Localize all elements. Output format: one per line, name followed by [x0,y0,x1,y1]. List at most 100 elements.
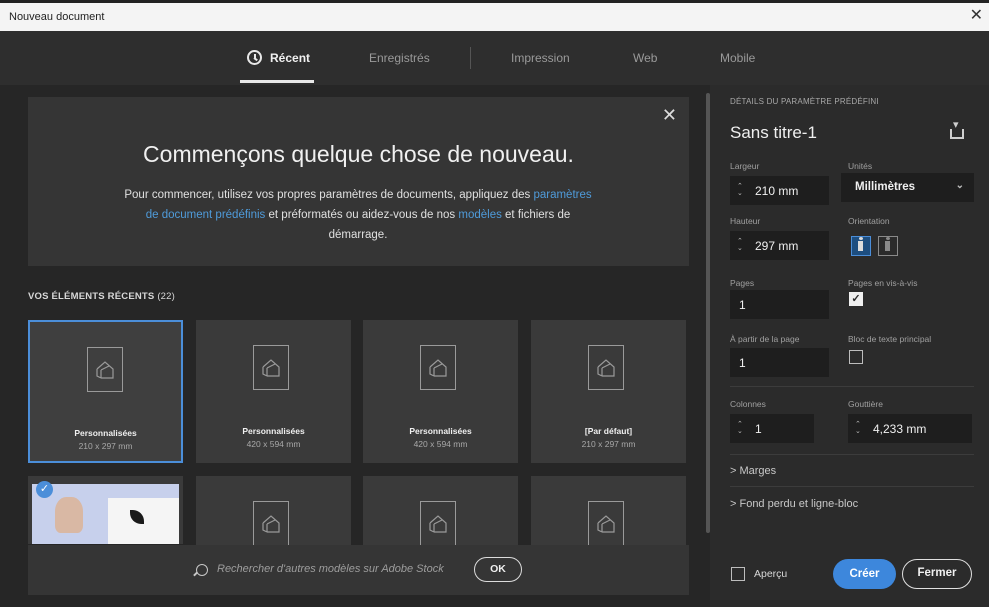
pages-label: Pages [730,278,755,288]
tab-recent[interactable]: Récent [270,51,310,65]
primary-text-frame-checkbox[interactable] [849,350,863,364]
recent-item-card[interactable]: [Par défaut] 210 x 297 mm [531,320,686,463]
divider [730,486,974,487]
checkmark-icon: ✓ [36,481,53,498]
document-icon [253,501,289,548]
landscape-orientation-icon[interactable] [878,236,898,256]
window-close-icon[interactable]: ✕ [970,8,983,24]
bleed-slug-expander[interactable]: > Fond perdu et ligne-bloc [730,498,858,510]
recent-item-name: [Par défaut] [584,426,633,436]
start-page-value: 1 [739,356,746,370]
stock-search-bar: Rechercher d'autres modèles sur Adobe St… [28,545,689,595]
tab-web[interactable]: Web [633,51,657,65]
recent-item-card[interactable]: Personnalisées 420 x 594 mm [363,320,518,463]
recent-item-card[interactable] [196,476,351,548]
tab-mobile[interactable]: Mobile [720,51,755,65]
width-field[interactable]: ⌃ ⌄ 210 mm [730,176,829,205]
start-page-label: À partir de la page [730,334,800,344]
tab-saved[interactable]: Enregistrés [369,51,430,65]
person-icon [858,237,863,251]
preview-checkbox[interactable] [731,567,745,581]
stock-search-input[interactable]: Rechercher d'autres modèles sur Adobe St… [217,563,444,575]
active-tab-indicator [240,80,314,83]
document-icon [87,347,123,392]
height-field[interactable]: ⌃ ⌄ 297 mm [730,231,829,260]
recent-item-name: Personnalisées [74,428,137,438]
document-icon [588,345,624,390]
window-title: Nouveau document [9,11,105,23]
units-select[interactable]: Millimètres ⌄ [841,173,974,202]
recent-item-size: 210 x 297 mm [581,439,636,449]
templates-link[interactable]: modèles [458,209,501,221]
recent-item-card[interactable]: Personnalisées 420 x 594 mm [196,320,351,463]
recent-item-name: Personnalisées [242,426,305,436]
document-icon [420,345,456,390]
person-icon [885,237,890,251]
facing-pages-checkbox[interactable]: ✓ [849,292,863,306]
height-label: Hauteur [730,216,761,226]
title-bar: Nouveau document ✕ [0,0,989,31]
primary-text-frame-label: Bloc de texte principal [848,334,932,344]
divider [730,454,974,455]
gutter-label: Gouttière [848,399,883,409]
document-name-field[interactable]: Sans titre-1 [730,123,817,143]
width-value: 210 mm [755,184,799,198]
columns-value: 1 [755,422,762,436]
facing-pages-label: Pages en vis-à-vis [848,278,918,288]
height-value: 297 mm [755,239,799,253]
clock-icon [247,50,262,65]
main-panel: ✕ Commençons quelque chose de nouveau. P… [0,85,706,607]
units-label: Unités [848,161,873,171]
recent-item-card[interactable]: Personnalisées 210 x 297 mm [28,320,183,463]
recent-count: (22) [157,291,176,302]
tab-divider [470,47,471,69]
preset-details-panel: DÉTAILS DU PARAMÈTRE PRÉDÉFINI Sans titr… [710,85,989,607]
recent-item-size: 420 x 594 mm [413,439,468,449]
tab-print[interactable]: Impression [511,51,570,65]
units-value: Millimètres [855,181,916,193]
search-ok-button[interactable]: OK [474,557,522,582]
welcome-text-part: et préformatés ou aidez-vous de nos [265,209,459,221]
tabs-bar: Récent Enregistrés Impression Web Mobile [0,31,989,85]
start-page-field[interactable]: 1 [730,348,829,377]
document-icon [253,345,289,390]
recent-item-card[interactable] [531,476,686,548]
gutter-field[interactable]: ⌃ ⌄ 4,233 mm [848,414,972,443]
columns-field[interactable]: ⌃ ⌄ 1 [730,414,814,443]
close-button[interactable]: Fermer [902,559,972,589]
stepper-icon[interactable]: ⌃ ⌄ [737,421,743,435]
divider [730,386,974,387]
gutter-value: 4,233 mm [873,422,927,436]
details-header: DÉTAILS DU PARAMÈTRE PRÉDÉFINI [730,97,879,106]
margins-expander[interactable]: > Marges [730,465,776,477]
width-label: Largeur [730,161,760,171]
orientation-label: Orientation [848,216,890,226]
document-icon [588,501,624,548]
stepper-icon[interactable]: ⌃ ⌄ [737,238,743,252]
stepper-icon[interactable]: ⌃ ⌄ [737,183,743,197]
recent-item-size: 210 x 297 mm [78,441,133,451]
stepper-icon[interactable]: ⌃ ⌄ [855,421,861,435]
thumbnail-hand-graphic [55,497,83,533]
recent-item-size: 420 x 594 mm [246,439,301,449]
banner-close-icon[interactable]: ✕ [662,105,677,126]
document-icon [420,501,456,548]
columns-label: Colonnes [730,399,766,409]
recent-heading: VOS ÉLÉMENTS RÉCENTS (22) [28,291,175,302]
search-icon [196,564,208,576]
create-button[interactable]: Créer [833,559,896,589]
pages-field[interactable]: 1 [730,290,829,319]
recent-heading-label: VOS ÉLÉMENTS RÉCENTS [28,291,155,302]
preview-label: Aperçu [754,568,788,580]
recent-item-thumbnail[interactable]: ✓ [28,476,183,544]
welcome-text-part: Pour commencer, utilisez vos propres par… [124,189,534,201]
welcome-heading: Commençons quelque chose de nouveau. [143,141,574,167]
recent-item-card[interactable] [363,476,518,548]
save-preset-icon[interactable] [950,118,964,139]
portrait-orientation-icon[interactable] [851,236,871,256]
welcome-banner: ✕ Commençons quelque chose de nouveau. P… [28,97,689,266]
chevron-down-icon: ⌄ [955,180,964,191]
pages-value: 1 [739,298,746,312]
recent-item-name: Personnalisées [409,426,472,436]
welcome-text: Pour commencer, utilisez vos propres par… [123,185,593,245]
